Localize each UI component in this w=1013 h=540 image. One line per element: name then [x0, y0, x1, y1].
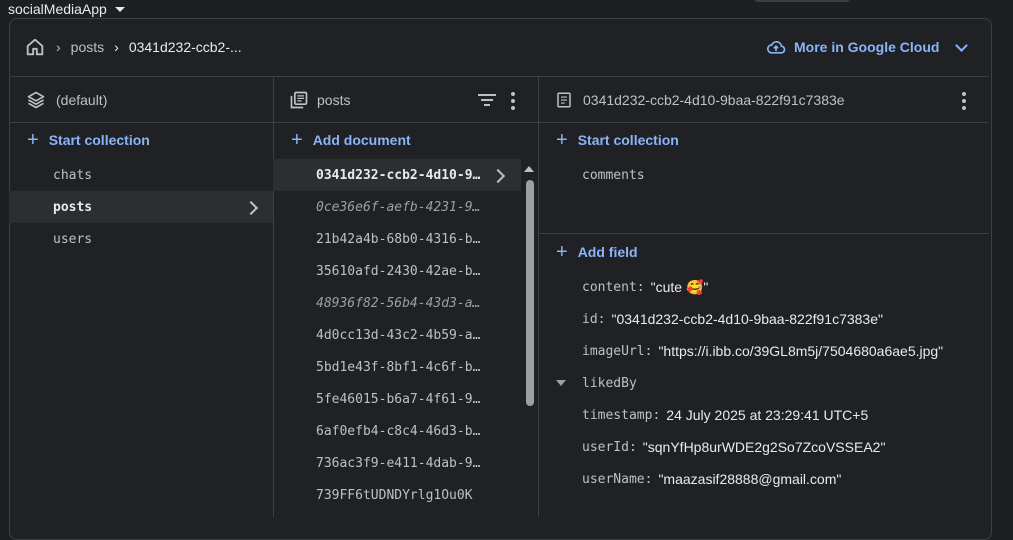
breadcrumb-collection[interactable]: posts: [71, 39, 104, 55]
field-row[interactable]: content: "cute 🥰": [582, 271, 708, 303]
collection-item-posts[interactable]: posts: [9, 191, 273, 223]
project-name: socialMediaApp: [8, 1, 107, 17]
subcollection-label: comments: [582, 167, 645, 183]
field-row[interactable]: userId: "sqnYfHp8urWDE2g2So7ZcoVSSEA2": [582, 431, 885, 463]
field-key: timestamp:: [582, 407, 661, 423]
document-id: 736ac3f9-e411-4dab-9…: [316, 455, 481, 471]
plus-icon: +: [556, 241, 568, 263]
document-id: 21b42a4b-68b0-4316-b…: [316, 231, 481, 247]
field-key: likedBy: [582, 375, 637, 391]
project-selector[interactable]: socialMediaApp: [8, 0, 125, 18]
document-id: 0ce36e6f-aefb-4231-9…: [316, 199, 481, 215]
document-item[interactable]: 0ce36e6f-aefb-4231-9…: [273, 191, 521, 223]
chevron-right-icon: [243, 200, 259, 216]
start-subcollection-button[interactable]: + Start collection: [538, 123, 988, 157]
database-column-header: (default): [9, 77, 273, 123]
document-item[interactable]: 4d0cc13d-43c2-4b59-a…: [273, 319, 521, 351]
collection-label: posts: [53, 199, 93, 215]
document-title: 0341d232-ccb2-4d10-9baa-822f91c7383e: [583, 91, 845, 108]
document-item[interactable]: 48936f82-56b4-43d3-a…: [273, 287, 521, 319]
field-key: id:: [582, 311, 606, 327]
chevron-right-icon: [490, 168, 506, 184]
document-id: 4d0cc13d-43c2-4b59-a…: [316, 327, 481, 343]
more-in-google-cloud-button[interactable]: More in Google Cloud: [766, 36, 969, 58]
field-value: "maazasif28888@gmail.com": [658, 471, 842, 487]
document-column: 0341d232-ccb2-4d10-9baa-822f91c7383e + S…: [538, 77, 988, 517]
document-item[interactable]: 739FF6tUDNDYrlg1Ou0K: [273, 479, 521, 511]
more-in-google-cloud-label: More in Google Cloud: [794, 39, 940, 55]
home-icon[interactable]: [24, 36, 46, 58]
field-row[interactable]: userName: "maazasif28888@gmail.com": [582, 463, 841, 495]
document-id: 739FF6tUDNDYrlg1Ou0K: [316, 487, 473, 503]
database-column: (default) + Start collection chats posts…: [9, 77, 274, 517]
document-id: 0341d232-ccb2-4d10-9…: [316, 167, 481, 183]
collection-item-chats[interactable]: chats: [9, 159, 273, 191]
add-document-button[interactable]: + Add document: [273, 123, 538, 157]
field-key: userId:: [582, 439, 637, 455]
document-item[interactable]: 35610afd-2430-42ae-b…: [273, 255, 521, 287]
breadcrumb-document[interactable]: 0341d232-ccb2-...: [129, 39, 242, 55]
more-vert-icon[interactable]: [511, 92, 515, 110]
collection-item-users[interactable]: users: [9, 223, 273, 255]
divider: [539, 233, 989, 234]
document-column-header: 0341d232-ccb2-4d10-9baa-822f91c7383e: [538, 77, 988, 123]
chevron-right-icon: ›: [56, 39, 61, 55]
document-id: 5bd1e43f-8bf1-4c6f-b…: [316, 359, 481, 375]
collection-column: posts + Add document 0341d232-ccb2-4d10-…: [273, 77, 539, 517]
collection-label: users: [53, 231, 93, 247]
caret-down-icon: [114, 6, 125, 12]
plus-icon: +: [556, 129, 568, 151]
field-key: content:: [582, 279, 645, 295]
add-field-button[interactable]: + Add field: [538, 235, 988, 269]
chevron-down-icon: [955, 38, 969, 52]
collection-label: chats: [53, 167, 93, 183]
subcollection-item-comments[interactable]: comments: [538, 159, 988, 191]
document-item[interactable]: 5fe46015-b6a7-4f61-9…: [273, 383, 521, 415]
plus-icon: +: [27, 129, 39, 151]
document-id: 5fe46015-b6a7-4f61-9…: [316, 391, 481, 407]
scroll-up-arrow-icon[interactable]: [524, 166, 534, 172]
document-item[interactable]: 6af0efb4-c8c4-46d3-b…: [273, 415, 521, 447]
field-value: 24 July 2025 at 23:29:41 UTC+5: [666, 407, 869, 423]
chevron-right-icon: ›: [114, 39, 119, 55]
field-key: imageUrl:: [582, 343, 653, 359]
start-collection-label: Start collection: [48, 132, 150, 148]
database-icon: [27, 91, 45, 108]
filter-icon[interactable]: [477, 92, 497, 108]
field-value: "sqnYfHp8urWDE2g2So7ZcoVSSEA2": [642, 439, 886, 455]
field-key: userName:: [582, 471, 653, 487]
collection-icon: [290, 91, 308, 108]
field-value: "https://i.ibb.co/39GL8m5j/7504680a6ae5.…: [658, 343, 944, 359]
document-item[interactable]: 0341d232-ccb2-4d10-9…: [273, 159, 521, 191]
field-row[interactable]: timestamp: 24 July 2025 at 23:29:41 UTC+5: [582, 399, 868, 431]
document-item[interactable]: 21b42a4b-68b0-4316-b…: [273, 223, 521, 255]
scrollbar-thumb[interactable]: [526, 180, 534, 406]
field-row[interactable]: imageUrl: "https://i.ibb.co/39GL8m5j/7504…: [582, 335, 943, 367]
document-item[interactable]: 736ac3f9-e411-4dab-9…: [273, 447, 521, 479]
field-value: "0341d232-ccb2-4d10-9baa-822f91c7383e": [611, 311, 883, 327]
collection-title: posts: [317, 91, 351, 108]
add-field-label: Add field: [577, 244, 638, 260]
document-id: 35610afd-2430-42ae-b…: [316, 263, 481, 279]
field-row[interactable]: id: "0341d232-ccb2-4d10-9baa-822f91c7383e…: [582, 303, 883, 335]
field-row[interactable]: likedBy: [556, 367, 643, 399]
expand-arrow-icon[interactable]: [556, 380, 566, 386]
plus-icon: +: [291, 129, 303, 151]
database-title: (default): [56, 91, 108, 108]
document-id: 6af0efb4-c8c4-46d3-b…: [316, 423, 481, 439]
collection-column-header: posts: [273, 77, 538, 123]
more-vert-icon[interactable]: [962, 92, 966, 110]
document-icon: [557, 92, 571, 107]
top-chip[interactable]: [754, 0, 850, 2]
add-document-label: Add document: [312, 132, 411, 148]
document-id: 48936f82-56b4-43d3-a…: [316, 295, 481, 311]
document-item[interactable]: 5bd1e43f-8bf1-4c6f-b…: [273, 351, 521, 383]
column-view: (default) + Start collection chats posts…: [9, 76, 989, 517]
breadcrumb: › posts › 0341d232-ccb2-...: [24, 33, 242, 61]
start-collection-label: Start collection: [577, 132, 679, 148]
cloud-upload-icon: [767, 41, 786, 54]
start-collection-button[interactable]: + Start collection: [9, 123, 273, 157]
field-value: "cute 🥰": [650, 278, 709, 295]
